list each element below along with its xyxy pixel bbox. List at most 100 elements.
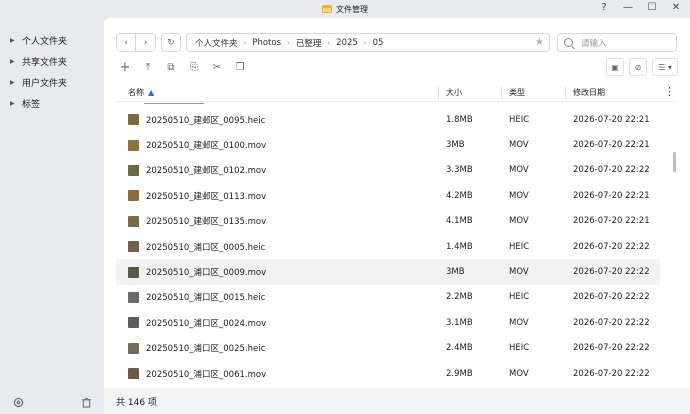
search-placeholder: 请输入 xyxy=(581,38,607,49)
minimize-button[interactable]: — xyxy=(622,2,634,13)
back-button[interactable]: ‹ xyxy=(116,33,136,52)
table-row[interactable]: 20250510_建邺区_0113.mov 4.2MB MOV 2026-07-20 … xyxy=(116,183,660,208)
view-toolbar: ▣ ⊘ ☰ ▾ xyxy=(606,58,678,76)
search-input[interactable]: 请输入 xyxy=(557,33,677,52)
file-name: 20250510_浦口区_0024.mov xyxy=(146,318,267,329)
file-thumbnail-icon xyxy=(128,164,139,176)
file-type: HEIC xyxy=(509,343,530,354)
table-row[interactable]: 20250510_浦口区_0024.mov 3.1MB MOV 2026-07-20 … xyxy=(116,310,660,335)
file-type: HEIC xyxy=(509,114,530,125)
file-size: 2.9MB xyxy=(446,368,473,379)
file-modified-date: 2026-07-20 22:22 xyxy=(573,292,650,303)
trash-icon[interactable] xyxy=(80,396,92,408)
chevron-right-icon[interactable]: ▶ xyxy=(10,100,22,107)
file-name: 20250510_浦口区_0005.heic xyxy=(146,242,266,253)
copy-button[interactable]: ⧉ xyxy=(162,58,180,76)
file-thumbnail-icon xyxy=(128,342,139,354)
window-controls: ? — ☐ ✕ xyxy=(598,2,682,13)
more-options-icon[interactable]: ⋮ xyxy=(664,85,675,98)
breadcrumb-item[interactable]: 05 xyxy=(372,38,385,48)
file-type: MOV xyxy=(509,216,529,227)
file-name: 20250510_浦口区_0009.mov xyxy=(146,268,267,279)
archive-button[interactable]: ▣ xyxy=(606,58,624,76)
column-name-header[interactable]: 名称 ▲ xyxy=(128,87,154,98)
chevron-right-icon[interactable]: ▶ xyxy=(10,37,22,44)
file-thumbnail-icon xyxy=(128,291,139,303)
item-count: 共 146 项 xyxy=(116,397,157,408)
column-divider[interactable] xyxy=(565,87,566,99)
file-modified-date: 2026-07-20 22:22 xyxy=(573,343,650,354)
upload-button[interactable]: ⤒ xyxy=(139,58,157,76)
breadcrumb-item[interactable]: Photos xyxy=(251,38,282,48)
maximize-button[interactable]: ☐ xyxy=(646,2,658,13)
file-size: 1.8MB xyxy=(446,114,473,125)
column-divider[interactable] xyxy=(501,87,502,99)
chevron-right-icon[interactable]: ▶ xyxy=(10,79,22,86)
sidebar-item-personal-folder[interactable]: ▶ 个人文件夹 xyxy=(0,30,104,51)
paste-button[interactable]: ⎘ xyxy=(185,58,203,76)
duplicate-button[interactable]: ❐ xyxy=(231,58,249,76)
settings-icon[interactable] xyxy=(12,396,24,408)
column-date-header[interactable]: 修改日期 xyxy=(573,87,605,98)
sidebar-item-label: 共享文件夹 xyxy=(22,58,68,68)
table-row[interactable]: 20250510_浦口区_0009.mov 3MB MOV 2026-07-20 22… xyxy=(116,259,660,285)
forward-button[interactable]: › xyxy=(136,33,156,52)
table-row[interactable]: 20250510_建邺区_0135.mov 4.1MB MOV 2026-07-20 … xyxy=(116,209,660,234)
table-row[interactable]: 20250510_浦口区_0015.heic 2.2MB HEIC 2026-07-2… xyxy=(116,285,660,310)
file-name: 20250510_浦口区_0015.heic xyxy=(146,293,266,304)
close-button[interactable]: ✕ xyxy=(670,2,682,13)
file-size: 3.1MB xyxy=(446,317,473,328)
file-size: 2.2MB xyxy=(446,292,473,303)
breadcrumb[interactable]: 个人文件夹 › Photos › 已整理 › 2025 › 05 ★ xyxy=(186,33,550,52)
breadcrumb-separator-icon: › xyxy=(327,38,331,47)
add-button[interactable]: + xyxy=(116,58,134,76)
window-title: 文件管理 xyxy=(336,4,368,14)
file-thumbnail-icon xyxy=(128,266,139,278)
scrollbar-thumb[interactable] xyxy=(673,152,676,172)
file-type: MOV xyxy=(509,317,529,328)
file-size: 1.4MB xyxy=(446,241,473,252)
sidebar-footer xyxy=(0,396,104,408)
file-name: 20250510_建邺区_0102.mov xyxy=(146,166,267,177)
file-modified-date: 2026-07-20 22:22 xyxy=(573,241,650,252)
sidebar-item-tags[interactable]: ▶ 标签 xyxy=(0,93,104,114)
file-thumbnail-icon xyxy=(128,114,139,126)
file-size: 3MB xyxy=(446,267,465,278)
file-size: 4.1MB xyxy=(446,216,473,227)
breadcrumb-item[interactable]: 已整理 xyxy=(295,37,323,49)
table-row[interactable]: 20250510_建邺区_0100.mov 3MB MOV 2026-07-20 22… xyxy=(116,132,660,157)
file-name: 20250510_浦口区_0025.heic xyxy=(146,344,266,355)
file-type: MOV xyxy=(509,190,529,201)
chevron-right-icon[interactable]: ▶ xyxy=(10,58,22,65)
sidebar-item-shared-folder[interactable]: ▶ 共享文件夹 xyxy=(0,51,104,72)
refresh-button[interactable]: ↻ xyxy=(161,33,181,52)
history-buttons: ‹ › xyxy=(116,33,156,52)
sidebar-item-label: 标签 xyxy=(22,100,41,110)
table-row[interactable]: 20250510_建邺区_0095.heic 1.8MB HEIC 2026-07-2… xyxy=(116,107,660,132)
table-row[interactable]: 20250510_建邺区_0102.mov 3.3MB MOV 2026-07-20 … xyxy=(116,158,660,183)
column-divider[interactable] xyxy=(438,87,439,99)
table-row[interactable]: 20250510_浦口区_0005.heic 1.4MB HEIC 2026-07-2… xyxy=(116,234,660,259)
view-mode-dropdown[interactable]: ☰ ▾ xyxy=(652,58,678,76)
file-thumbnail-icon xyxy=(128,190,139,202)
table-row[interactable]: 20250510_浦口区_0025.heic 2.4MB HEIC 2026-07-2… xyxy=(116,336,660,361)
file-type: MOV xyxy=(509,368,529,379)
sort-ascending-icon[interactable]: ▲ xyxy=(148,88,154,97)
sidebar-item-label: 个人文件夹 xyxy=(22,37,68,47)
column-size-header[interactable]: 大小 xyxy=(446,87,462,98)
file-modified-date: 2026-07-20 22:21 xyxy=(573,190,650,201)
table-row[interactable]: 20250510_浦口区_0061.mov 2.9MB MOV 2026-07-20 … xyxy=(116,361,660,386)
sidebar-item-user-folder[interactable]: ▶ 用户文件夹 xyxy=(0,72,104,93)
file-thumbnail-icon xyxy=(128,368,139,380)
sidebar-item-label: 用户文件夹 xyxy=(22,79,68,89)
breadcrumb-item[interactable]: 2025 xyxy=(335,38,359,48)
star-icon[interactable]: ★ xyxy=(535,37,544,48)
help-button[interactable]: ? xyxy=(598,2,610,13)
cut-button[interactable]: ✂ xyxy=(208,58,226,76)
search-icon xyxy=(564,38,573,47)
breadcrumb-item[interactable]: 个人文件夹 xyxy=(194,37,239,49)
file-type: HEIC xyxy=(509,241,530,252)
filter-button[interactable]: ⊘ xyxy=(629,58,647,76)
main-panel: ‹ › ↻ 个人文件夹 › Photos › 已整理 › 2025 › 05 ★… xyxy=(104,18,690,414)
column-type-header[interactable]: 类型 xyxy=(509,87,525,98)
